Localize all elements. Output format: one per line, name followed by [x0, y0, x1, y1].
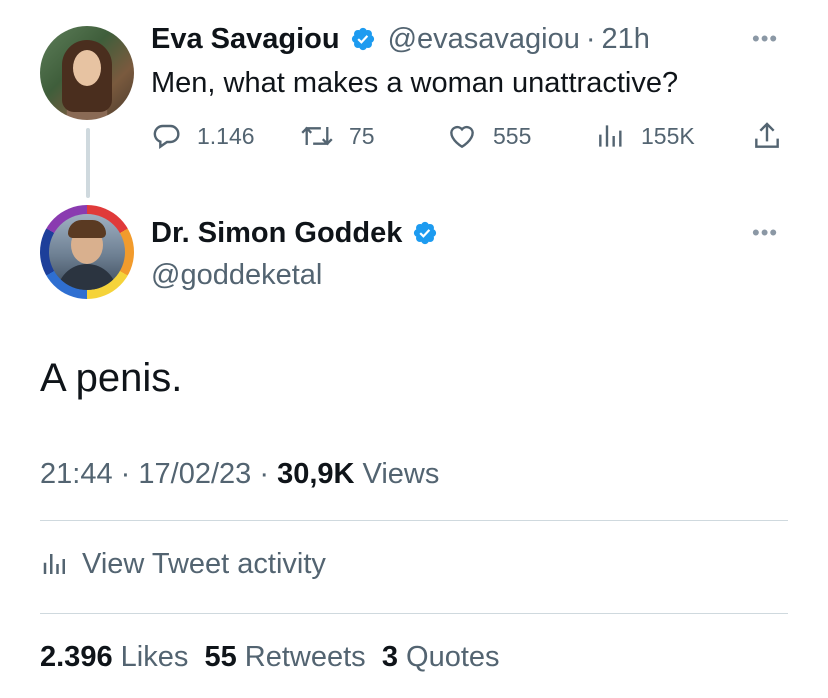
tweet-views-count: 30,9K — [277, 458, 355, 490]
view-tweet-activity-label: View Tweet activity — [82, 548, 326, 580]
retweet-count: 75 — [349, 122, 375, 149]
main-tweet-text: A penis. — [40, 356, 183, 400]
parent-handle[interactable]: @evasavagiou — [388, 20, 580, 58]
quotes-label: Quotes — [406, 641, 500, 673]
avatar-hair — [68, 220, 106, 238]
tweet-time[interactable]: 21:44 — [40, 458, 113, 490]
thread-connector — [86, 128, 90, 198]
reply-icon — [153, 124, 180, 149]
share-button[interactable] — [751, 116, 797, 156]
views-button[interactable]: 155K — [595, 116, 695, 156]
tweet-date[interactable]: 17/02/23 — [138, 458, 251, 490]
likes-count: 2.396 — [40, 641, 113, 673]
likes-stat[interactable]: 2.396 Likes — [40, 641, 188, 673]
parent-tweet-actions: 1.146 75 555 155K — [151, 116, 791, 156]
divider — [40, 520, 788, 521]
verified-badge-icon — [351, 27, 374, 51]
main-author-name[interactable]: Dr. Simon Goddek — [151, 214, 402, 252]
quotes-count: 3 — [381, 641, 398, 673]
parent-time[interactable]: 21h — [602, 20, 650, 58]
reply-button[interactable]: 1.146 — [151, 116, 255, 156]
tweet-stats: 2.396 Likes 55 Retweets 3 Quotes — [40, 638, 500, 676]
parent-tweet-text: Men, what makes a woman unattractive? — [151, 67, 679, 99]
share-icon — [755, 122, 779, 148]
main-handle[interactable]: @goddeketal — [151, 256, 322, 294]
view-tweet-activity-link[interactable]: View Tweet activity — [40, 545, 326, 583]
tweet-views-label: Views — [362, 458, 440, 490]
main-tweet-header: Dr. Simon Goddek — [151, 214, 438, 252]
separator-dot: · — [259, 458, 269, 490]
reply-count: 1.146 — [197, 122, 255, 149]
tweet-metadata: 21:44 · 17/02/23 · 30,9K Views — [40, 455, 439, 493]
verified-badge-icon — [414, 221, 437, 245]
analytics-icon — [43, 554, 65, 574]
like-button[interactable]: 555 — [445, 116, 531, 156]
likes-label: Likes — [120, 641, 189, 673]
analytics-icon — [599, 125, 622, 147]
retweets-stat[interactable]: 55 Retweets — [204, 641, 365, 673]
retweets-label: Retweets — [244, 641, 366, 673]
parent-author-name[interactable]: Eva Savagiou — [151, 20, 340, 58]
views-count: 155K — [641, 122, 695, 149]
like-count: 555 — [493, 122, 532, 149]
heart-icon — [450, 125, 474, 149]
avatar-face — [73, 50, 101, 86]
retweet-icon — [301, 126, 333, 146]
parent-more-button[interactable]: ••• — [752, 26, 778, 52]
retweet-button[interactable]: 75 — [299, 116, 375, 156]
avatar-goddek[interactable] — [40, 205, 134, 299]
avatar-eva[interactable] — [40, 26, 134, 120]
avatar-photo — [49, 214, 125, 290]
parent-tweet-header: Eva Savagiou @evasavagiou · 21h — [151, 20, 650, 58]
separator-dot: · — [120, 458, 131, 490]
avatar-body — [57, 264, 117, 290]
retweets-count: 55 — [204, 641, 237, 673]
quotes-stat[interactable]: 3 Quotes — [382, 641, 500, 673]
divider — [40, 613, 788, 614]
main-more-button[interactable]: ••• — [752, 220, 778, 246]
separator-dot: · — [585, 23, 596, 55]
